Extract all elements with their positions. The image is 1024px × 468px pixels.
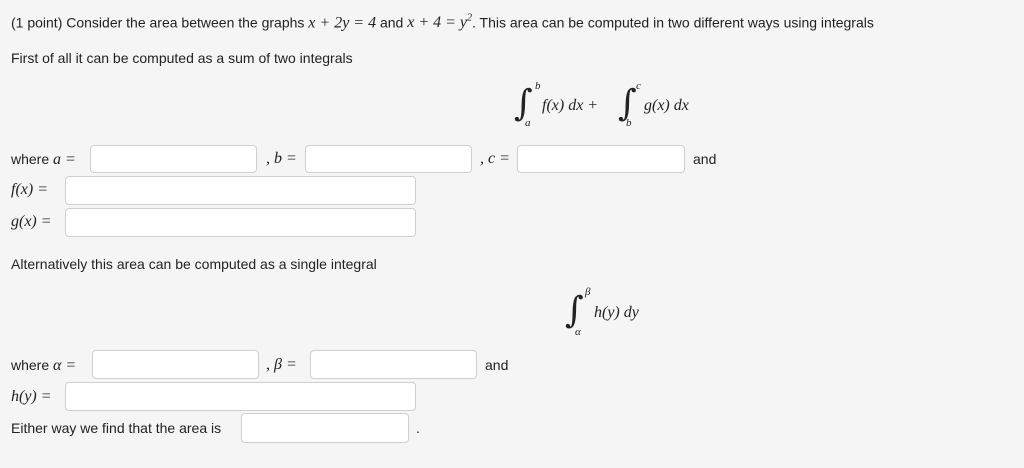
equation-2-left: x + 4 = y [407,14,468,32]
a-input[interactable] [90,145,257,173]
and-text-1: and [693,151,717,167]
where-text: where [11,151,50,167]
problem-and: and [379,14,404,31]
integrand-2: g(x) dx [644,97,689,114]
h-input[interactable] [65,382,416,411]
where-text-2: where [11,357,50,373]
problem-prefix: (1 point) Consider the area between the … [11,14,305,31]
integrand-1: f(x) dx + [542,97,599,114]
area-input[interactable] [241,413,409,443]
c-label: , c = [480,150,510,167]
and-text-2: and [485,357,509,373]
single-integral-formula: ∫ β α h(y) dy [565,286,675,338]
where-alpha-label: where α = [11,357,76,375]
integral-sign-3: ∫ [565,290,584,331]
equation-1: x + 2y = 4 [308,14,377,32]
equation-2: x + 4 = y2 [407,13,472,32]
problem-suffix: . This area can be computed in two diffe… [472,14,874,31]
b-input[interactable] [305,145,472,173]
integral-2-lower-limit: b [626,117,632,129]
f-label: f(x) = [11,181,48,198]
sum-of-integrals-formula: ∫ b a f(x) dx + ∫ c b g(x) dx [514,80,714,130]
where-a-label: where a = [11,151,76,169]
c-input[interactable] [517,145,685,173]
problem-statement: (1 point) Consider the area between the … [11,13,874,32]
f-input[interactable] [65,176,416,205]
alpha-equals: α = [53,357,77,374]
integral-3-lower-limit: α [575,326,581,338]
alpha-input[interactable] [92,350,259,379]
g-label: g(x) = [11,213,52,230]
h-label: h(y) = [11,388,52,405]
b-label: , b = [266,150,297,167]
part2-intro: Alternatively this area can be computed … [11,256,377,272]
integral-2-upper-limit: c [636,80,641,92]
g-input[interactable] [65,208,416,237]
final-text: Either way we find that the area is [11,420,222,436]
beta-label: , β = [266,356,297,373]
integrand-3: h(y) dy [594,304,639,321]
integral-1-lower-limit: a [525,117,531,129]
beta-input[interactable] [310,350,477,379]
integral-1-upper-limit: b [535,80,541,92]
a-equals: a = [53,151,76,168]
final-period: . [416,420,420,436]
integral-3-upper-limit: β [585,286,591,298]
part1-intro: First of all it can be computed as a sum… [11,50,353,66]
